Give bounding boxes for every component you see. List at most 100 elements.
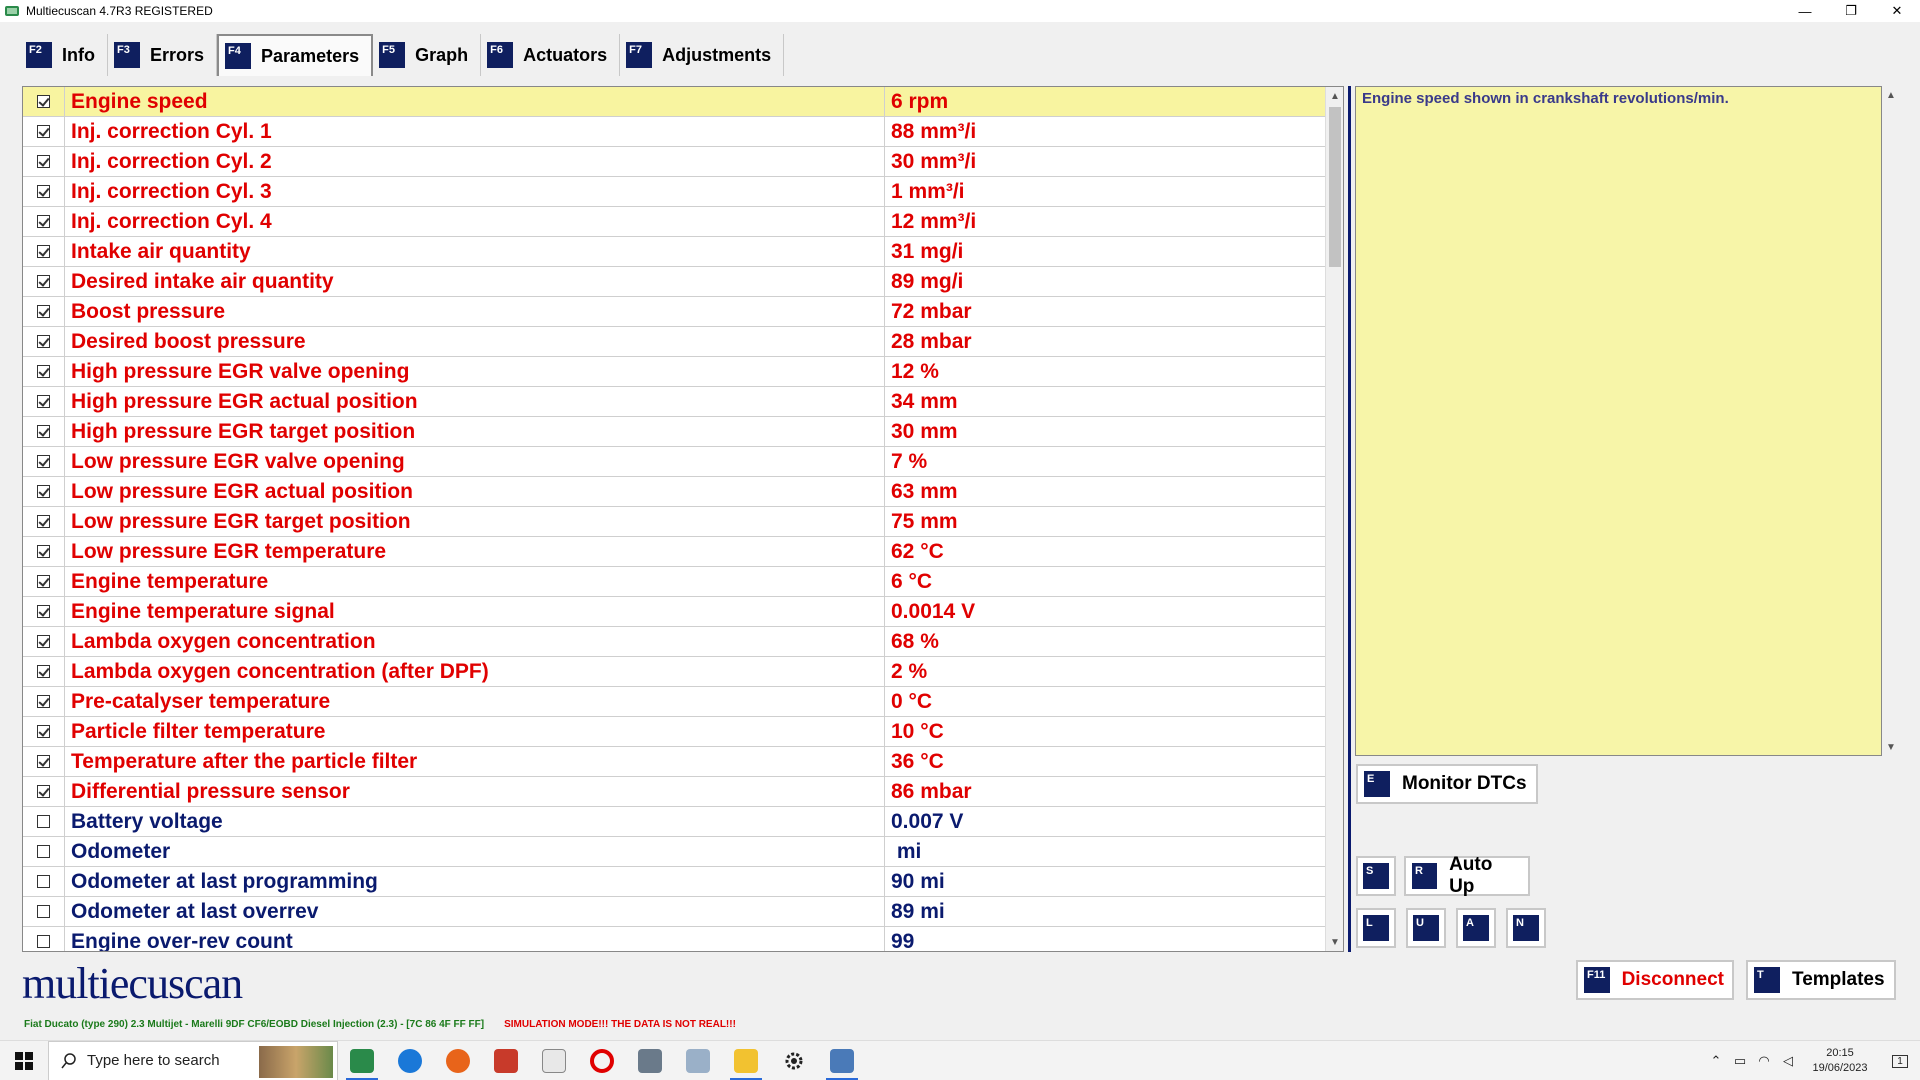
parameter-checkbox[interactable] xyxy=(37,545,50,558)
tab-info[interactable]: F2 Info xyxy=(20,34,108,76)
parameter-checkbox[interactable] xyxy=(37,935,50,948)
l-button[interactable]: L xyxy=(1356,908,1396,948)
templates-button[interactable]: T Templates xyxy=(1746,960,1896,1000)
parameter-checkbox[interactable] xyxy=(37,635,50,648)
tab-parameters[interactable]: F4 Parameters xyxy=(217,34,374,76)
parameter-checkbox[interactable] xyxy=(37,515,50,528)
tab-actuators[interactable]: F6 Actuators xyxy=(481,34,621,76)
taskbar-explorer[interactable] xyxy=(722,1041,770,1080)
parameter-row[interactable]: High pressure EGR valve opening 12 % xyxy=(23,356,1325,387)
parameter-row[interactable]: Low pressure EGR actual position 63 mm xyxy=(23,476,1325,507)
parameter-row[interactable]: Low pressure EGR valve opening 7 % xyxy=(23,446,1325,477)
parameter-row[interactable]: Battery voltage 0.007 V xyxy=(23,806,1325,837)
desc-scroll-down-icon[interactable]: ▼ xyxy=(1882,738,1900,756)
parameter-checkbox[interactable] xyxy=(37,185,50,198)
parameter-checkbox[interactable] xyxy=(37,485,50,498)
parameter-checkbox[interactable] xyxy=(37,365,50,378)
parameter-row[interactable]: Odometer at last overrev 89 mi xyxy=(23,896,1325,927)
parameter-checkbox[interactable] xyxy=(37,275,50,288)
parameter-row[interactable]: Desired intake air quantity 89 mg/i xyxy=(23,266,1325,297)
minimize-button[interactable]: — xyxy=(1782,0,1828,22)
parameter-row[interactable]: Inj. correction Cyl. 31 mm³/i xyxy=(23,176,1325,207)
parameter-row[interactable]: Desired boost pressure 28 mbar xyxy=(23,326,1325,357)
parameter-checkbox[interactable] xyxy=(37,875,50,888)
parameter-row[interactable]: Low pressure EGR temperature 62 °C xyxy=(23,536,1325,567)
parameter-row[interactable]: Temperature after the particle filter 36 … xyxy=(23,746,1325,777)
parameter-row[interactable]: Lambda oxygen concentration 68 % xyxy=(23,626,1325,657)
parameter-row[interactable]: Inj. correction Cyl. 4 12 mm³/i xyxy=(23,206,1325,237)
parameter-row[interactable]: Odometer mi xyxy=(23,836,1325,867)
parameter-checkbox[interactable] xyxy=(37,725,50,738)
parameter-row[interactable]: Engine temperature signal 0.0014 V xyxy=(23,596,1325,627)
u-button[interactable]: U xyxy=(1406,908,1446,948)
parameter-checkbox[interactable] xyxy=(37,425,50,438)
parameter-checkbox[interactable] xyxy=(37,665,50,678)
taskbar-app-4[interactable] xyxy=(530,1041,578,1080)
parameter-checkbox[interactable] xyxy=(37,455,50,468)
parameter-checkbox[interactable] xyxy=(37,215,50,228)
parameter-checkbox[interactable] xyxy=(37,815,50,828)
close-button[interactable]: ✕ xyxy=(1874,0,1920,22)
parameter-row[interactable]: Inj. correction Cyl. 1 88 mm³/i xyxy=(23,116,1325,147)
parameter-row[interactable]: High pressure EGR target position 30 mm xyxy=(23,416,1325,447)
monitor-dtcs-button[interactable]: E Monitor DTCs xyxy=(1356,764,1538,804)
disconnect-button[interactable]: F11 Disconnect xyxy=(1576,960,1734,1000)
taskbar-settings[interactable] xyxy=(770,1041,818,1080)
taskbar-multiecuscan[interactable] xyxy=(338,1041,386,1080)
taskbar-search[interactable]: Type here to search xyxy=(48,1040,338,1080)
notification-icon[interactable]: 1 xyxy=(1880,1041,1920,1080)
description-scrollbar[interactable]: ▲ ▼ xyxy=(1882,86,1900,756)
parameter-checkbox[interactable] xyxy=(37,335,50,348)
parameter-checkbox[interactable] xyxy=(37,305,50,318)
taskbar-app-6[interactable] xyxy=(626,1041,674,1080)
parameter-checkbox[interactable] xyxy=(37,575,50,588)
parameter-row[interactable]: Inj. correction Cyl. 2 30 mm³/i xyxy=(23,146,1325,177)
parameter-row[interactable]: Engine speed 6 rpm xyxy=(23,87,1325,117)
taskbar-app-3[interactable] xyxy=(482,1041,530,1080)
parameter-checkbox[interactable] xyxy=(37,95,50,108)
scroll-up-icon[interactable]: ▲ xyxy=(1326,87,1343,105)
parameter-row[interactable]: Engine over-rev count 99 xyxy=(23,926,1325,951)
parameter-checkbox[interactable] xyxy=(37,695,50,708)
parameter-row[interactable]: Differential pressure sensor 86 mbar xyxy=(23,776,1325,807)
parameter-checkbox[interactable] xyxy=(37,755,50,768)
parameter-row[interactable]: High pressure EGR actual position 34 mm xyxy=(23,386,1325,417)
desc-scroll-up-icon[interactable]: ▲ xyxy=(1882,86,1900,104)
taskbar-edge[interactable] xyxy=(386,1041,434,1080)
parameter-checkbox[interactable] xyxy=(37,785,50,798)
parameter-row[interactable]: Particle filter temperature 10 °C xyxy=(23,716,1325,747)
scroll-down-icon[interactable]: ▼ xyxy=(1326,933,1343,951)
parameter-row[interactable]: Boost pressure 72 mbar xyxy=(23,296,1325,327)
taskbar-firefox[interactable] xyxy=(434,1041,482,1080)
parameter-checkbox[interactable] xyxy=(37,395,50,408)
clock[interactable]: 20:15 19/06/2023 xyxy=(1800,1046,1880,1076)
a-button[interactable]: A xyxy=(1456,908,1496,948)
auto-up-button[interactable]: R Auto Up xyxy=(1404,854,1530,897)
start-button[interactable] xyxy=(0,1041,48,1080)
battery-icon[interactable]: ▭ xyxy=(1728,1041,1752,1080)
parameter-checkbox[interactable] xyxy=(37,245,50,258)
restore-button[interactable]: ❐ xyxy=(1828,0,1874,22)
parameter-row[interactable]: Intake air quantity 31 mg/i xyxy=(23,236,1325,267)
s-button[interactable]: S xyxy=(1356,856,1396,896)
tab-adjustments[interactable]: F7 Adjustments xyxy=(620,34,785,76)
parameter-row[interactable]: Lambda oxygen concentration (after DPF) 2… xyxy=(23,656,1325,687)
taskbar-opera[interactable] xyxy=(578,1041,626,1080)
list-scrollbar[interactable]: ▲ ▼ xyxy=(1325,87,1343,951)
parameter-checkbox[interactable] xyxy=(37,905,50,918)
tab-errors[interactable]: F3 Errors xyxy=(108,34,218,76)
parameter-row[interactable]: Odometer at last programming 90 mi xyxy=(23,866,1325,897)
taskbar-app-7[interactable] xyxy=(674,1041,722,1080)
volume-icon[interactable]: ◁ xyxy=(1776,1041,1800,1080)
parameter-checkbox[interactable] xyxy=(37,845,50,858)
n-button[interactable]: N xyxy=(1506,908,1546,948)
parameter-checkbox[interactable] xyxy=(37,605,50,618)
parameter-row[interactable]: Low pressure EGR target position 75 mm xyxy=(23,506,1325,537)
parameter-row[interactable]: Engine temperature 6 °C xyxy=(23,566,1325,597)
parameter-row[interactable]: Pre-catalyser temperature 0 °C xyxy=(23,686,1325,717)
chevron-up-icon[interactable]: ⌃ xyxy=(1704,1041,1728,1080)
panel-divider[interactable] xyxy=(1348,86,1351,952)
parameter-checkbox[interactable] xyxy=(37,155,50,168)
tab-graph[interactable]: F5 Graph xyxy=(373,34,482,76)
parameter-checkbox[interactable] xyxy=(37,125,50,138)
